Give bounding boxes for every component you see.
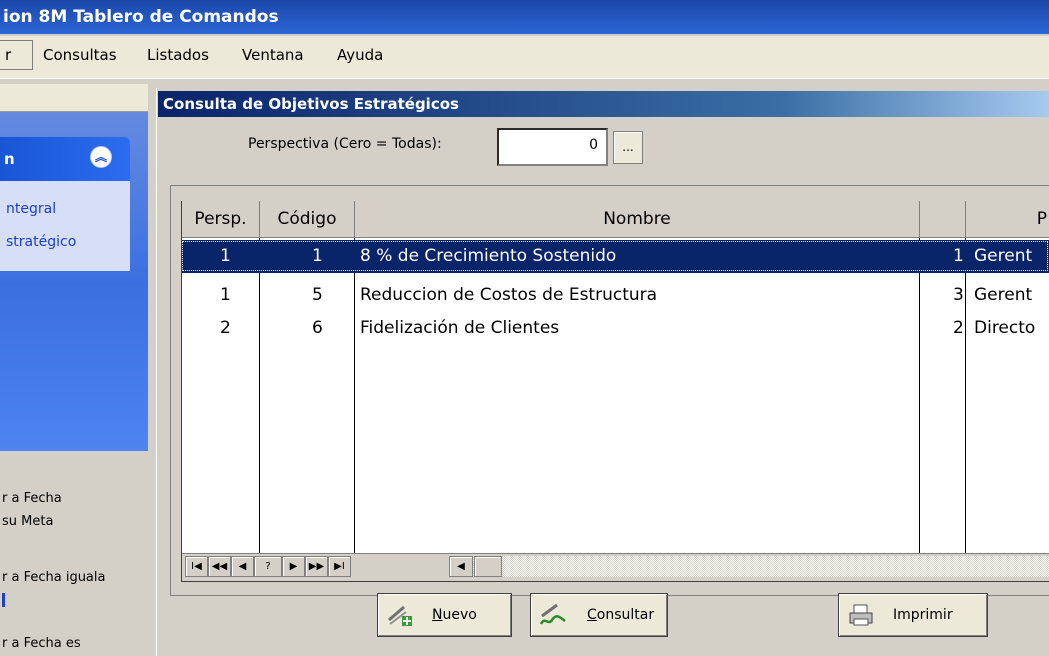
cell-number: 2 — [953, 318, 964, 338]
nuevo-button[interactable]: Nuevo — [377, 593, 512, 637]
cell-persp: 1 — [220, 285, 231, 305]
printer-icon — [849, 604, 873, 626]
menu-item-listados[interactable]: Listados — [147, 46, 209, 64]
legend-text-3: r a Fecha iguala — [2, 570, 106, 585]
cell-responsable: Gerent — [974, 285, 1033, 305]
column-header-persp[interactable]: Persp. — [182, 201, 260, 238]
cell-number: 3 — [953, 285, 964, 305]
table-row-selected[interactable]: 1 1 8 % de Crecimiento Sostenido 1 Geren… — [182, 240, 1049, 273]
nuevo-label: Nuevo — [432, 607, 477, 623]
imprimir-label: Imprimir — [893, 607, 953, 623]
sidebar-link-integral[interactable]: ntegral — [6, 201, 56, 217]
cell-codigo: 1 — [312, 246, 323, 266]
perspective-input[interactable]: 0 — [497, 128, 608, 166]
scroll-left-arrow-icon[interactable]: ◀ — [449, 556, 473, 577]
cell-nombre: Fidelización de Clientes — [360, 318, 560, 338]
sidebar-group-body: ntegral stratégico — [0, 181, 130, 271]
nav-next-button[interactable]: ▶ — [282, 556, 305, 577]
legend-text-2: su Meta — [2, 514, 54, 529]
menu-item-ventana[interactable]: Ventana — [242, 46, 304, 64]
legend-color-mark — [2, 593, 5, 607]
cell-codigo: 6 — [312, 318, 323, 338]
sidebar-group-title: n — [4, 150, 15, 168]
cell-responsable: Directo — [974, 318, 1036, 338]
perspective-browse-button[interactable]: ... — [613, 131, 643, 164]
sidebar-toolbar — [0, 84, 148, 112]
table-row[interactable]: 1 5 Reduccion de Costos de Estructura 3 … — [182, 279, 1049, 312]
nav-first-button[interactable]: I◀ — [185, 556, 208, 577]
cell-responsable: Gerent — [974, 246, 1033, 266]
menu-item-ayuda[interactable]: Ayuda — [337, 46, 383, 64]
app-title: ion 8M Tablero de Comandos — [3, 7, 279, 27]
nav-last-button[interactable]: ▶I — [328, 556, 351, 577]
sidebar-legend: r a Fecha su Meta r a Fecha iguala r a F… — [0, 451, 148, 656]
cell-persp: 1 — [220, 246, 231, 266]
perspective-label: Perspectiva (Cero = Todas): — [248, 136, 442, 152]
menu-item-partial[interactable]: r — [5, 46, 11, 64]
cell-number: 1 — [953, 246, 964, 266]
app-title-bar: ion 8M Tablero de Comandos — [0, 0, 1049, 34]
scrollbar-thumb[interactable] — [474, 556, 502, 577]
column-header-codigo[interactable]: Código — [260, 201, 355, 238]
consultar-button[interactable]: Consultar — [530, 593, 668, 637]
consultar-label: Consultar — [587, 607, 655, 623]
cell-persp: 2 — [220, 318, 231, 338]
new-pen-icon — [388, 605, 412, 626]
column-header-responsable[interactable]: P — [966, 201, 1049, 238]
collapse-chevron-icon[interactable]: ︽ — [90, 146, 112, 168]
nav-prev-button[interactable]: ◀ — [231, 556, 254, 577]
column-header-number[interactable] — [920, 201, 966, 238]
legend-text-4: r a Fecha es — [2, 636, 81, 651]
cell-codigo: 5 — [312, 285, 323, 305]
menu-item-consultas[interactable]: Consultas — [43, 46, 117, 64]
nav-next-page-button[interactable]: ▶▶ — [305, 556, 328, 577]
table-row[interactable]: 2 6 Fidelización de Clientes 2 Directo — [182, 312, 1049, 345]
menu-bar: r Consultas Listados Ventana Ayuda — [0, 36, 1049, 79]
consult-pen-icon — [539, 603, 566, 625]
cell-nombre: Reduccion de Costos de Estructura — [360, 285, 658, 305]
legend-text-1: r a Fecha — [2, 491, 62, 506]
horizontal-scrollbar[interactable] — [449, 556, 1049, 577]
cell-nombre: 8 % de Crecimiento Sostenido — [360, 246, 617, 266]
sidebar-link-estrategico[interactable]: stratégico — [6, 234, 76, 250]
nav-prev-page-button[interactable]: ◀◀ — [208, 556, 231, 577]
child-window-title: Consulta de Objetivos Estratégicos — [158, 91, 1049, 117]
nav-help-button[interactable]: ? — [254, 556, 282, 577]
column-header-nombre[interactable]: Nombre — [355, 201, 920, 238]
imprimir-button[interactable]: Imprimir — [838, 593, 988, 637]
